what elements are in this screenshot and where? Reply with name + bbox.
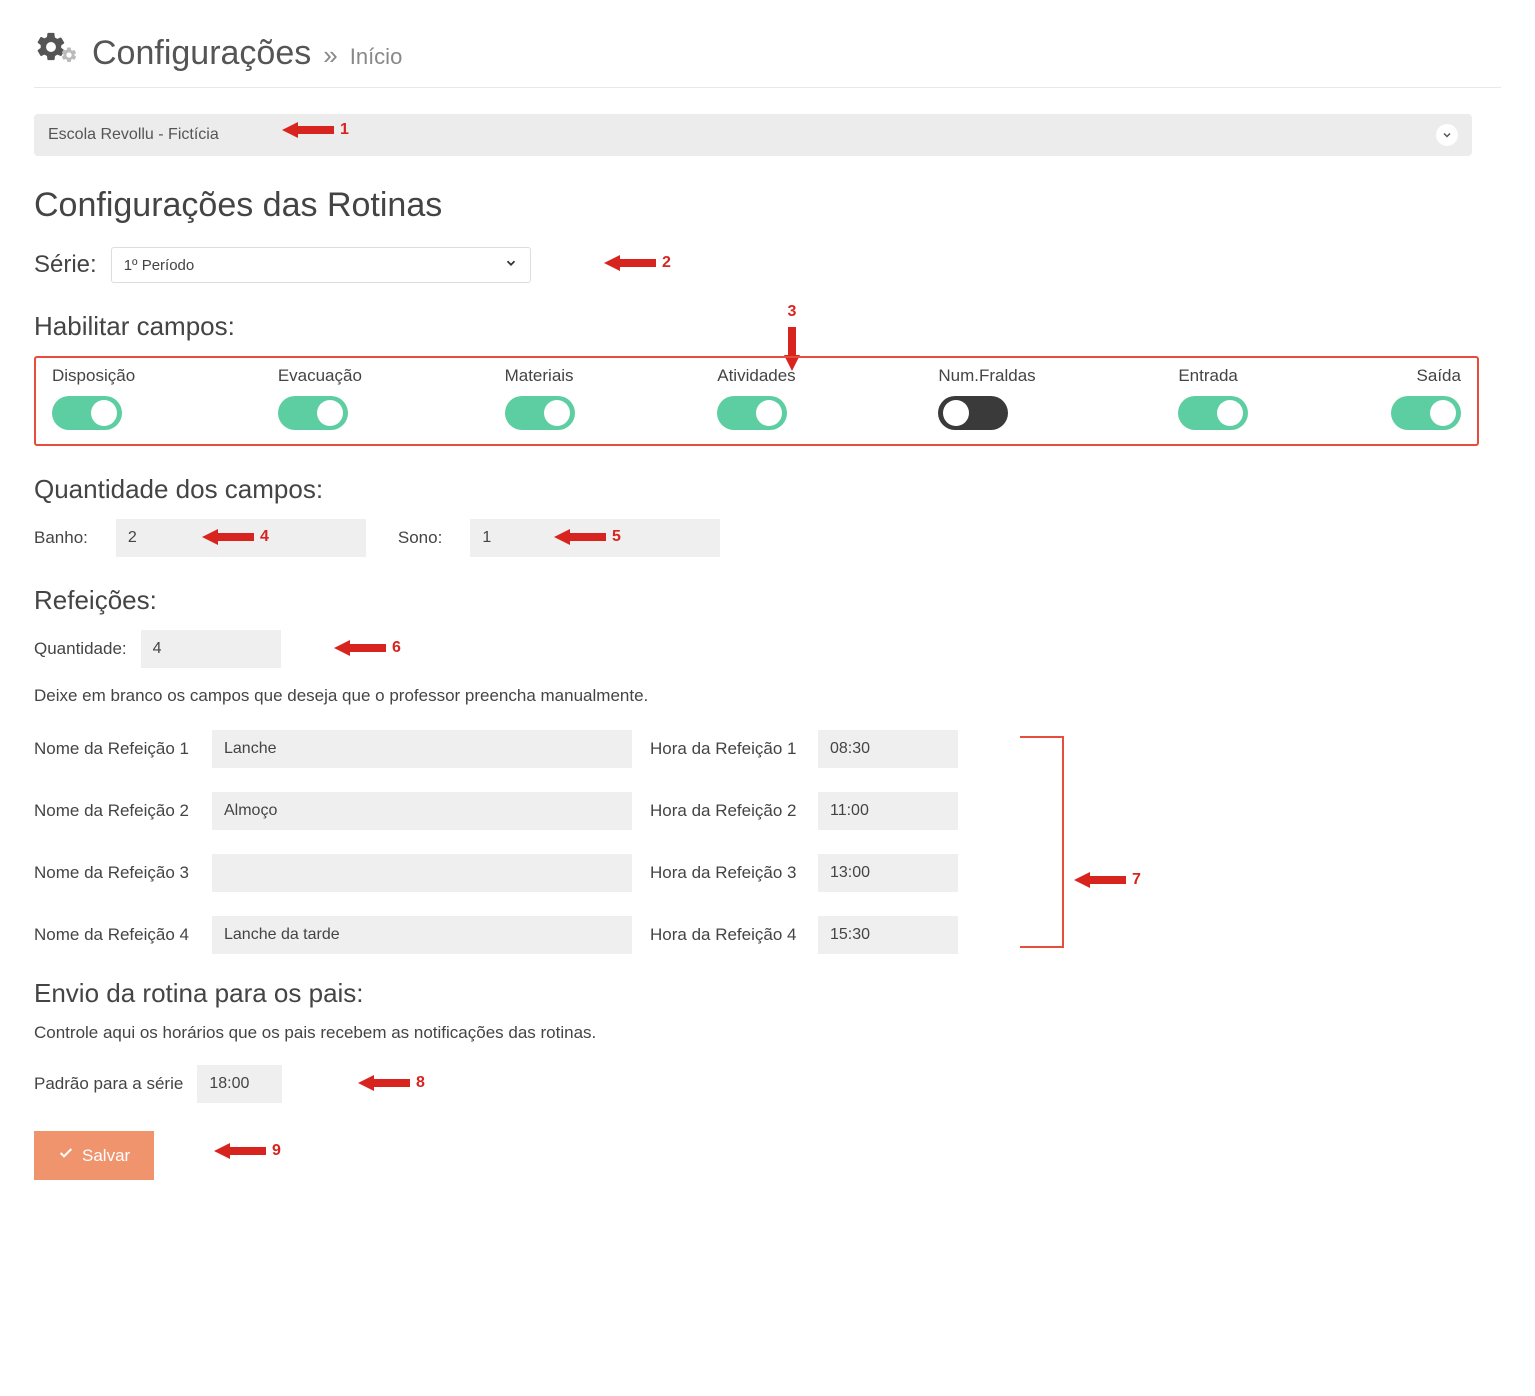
meal-time-label: Hora da Refeição 4 [650, 925, 800, 945]
toggle-atividades: Atividades [717, 366, 795, 430]
bracket-annotation [1020, 736, 1064, 948]
meal-name-input[interactable] [212, 792, 632, 830]
toggle-evacuacao: Evacuação [278, 366, 362, 430]
school-select[interactable]: Escola Revollu - Fictícia [34, 114, 1472, 156]
meal-time-label: Hora da Refeição 1 [650, 739, 800, 759]
send-parents-label: Envio da rotina para os pais: [34, 978, 1501, 1009]
page-header: Configurações » Início [34, 30, 1501, 73]
breadcrumb[interactable]: Início [350, 44, 403, 70]
page-title: Configurações [92, 34, 311, 73]
divider [34, 87, 1501, 88]
annotation-8: 8 [416, 1074, 425, 1092]
meal-row: Nome da Refeição 4 Hora da Refeição 4 [34, 916, 1064, 954]
sono-label: Sono: [398, 528, 442, 548]
enable-fields-label: Habilitar campos: [34, 311, 1501, 342]
meal-time-input[interactable] [818, 916, 958, 954]
toggle-saida: Saída [1391, 366, 1461, 430]
meal-name-input[interactable] [212, 730, 632, 768]
meals-qty-label: Quantidade: [34, 639, 127, 659]
annotation-9: 9 [272, 1142, 281, 1160]
meals-qty-input[interactable] [141, 630, 281, 668]
banho-label: Banho: [34, 528, 88, 548]
meal-name-label: Nome da Refeição 4 [34, 925, 194, 945]
annotation-6: 6 [392, 639, 401, 657]
meals-label: Refeições: [34, 585, 1501, 616]
meal-time-label: Hora da Refeição 3 [650, 863, 800, 883]
banho-input[interactable] [116, 519, 366, 557]
sono-input[interactable] [470, 519, 720, 557]
toggle-entrada: Entrada [1178, 366, 1248, 430]
default-serie-label: Padrão para a série [34, 1074, 183, 1094]
annotation-7: 7 [1132, 871, 1141, 889]
toggle-evacuacao-switch[interactable] [278, 396, 348, 430]
enable-fields-group: Disposição Evacuação Materiais Atividade… [34, 356, 1479, 446]
toggle-materiais-switch[interactable] [505, 396, 575, 430]
toggle-entrada-switch[interactable] [1178, 396, 1248, 430]
send-parents-sub: Controle aqui os horários que os pais re… [34, 1023, 1501, 1043]
save-button-label: Salvar [82, 1146, 130, 1166]
serie-label: Série: [34, 251, 97, 279]
meal-name-input[interactable] [212, 854, 632, 892]
annotation-2: 2 [662, 254, 671, 272]
meal-time-input[interactable] [818, 854, 958, 892]
default-serie-input[interactable] [197, 1065, 282, 1103]
meal-row: Nome da Refeição 1 Hora da Refeição 1 [34, 730, 1064, 768]
serie-value: 1º Período [124, 257, 195, 274]
toggle-atividades-switch[interactable] [717, 396, 787, 430]
gear-icon [34, 30, 78, 64]
toggle-materiais: Materiais [505, 366, 575, 430]
toggle-disposicao: Disposição [52, 366, 135, 430]
meals-help: Deixe em branco os campos que deseja que… [34, 686, 1501, 706]
meals-group: Nome da Refeição 1 Hora da Refeição 1 No… [34, 730, 1064, 954]
breadcrumb-separator: » [323, 40, 337, 71]
save-button[interactable]: Salvar [34, 1131, 154, 1180]
meal-time-input[interactable] [818, 792, 958, 830]
toggle-numfraldas-switch[interactable] [938, 396, 1008, 430]
section-title: Configurações das Rotinas [34, 186, 1501, 225]
toggle-numfraldas: Num.Fraldas [938, 366, 1035, 430]
check-icon [58, 1145, 74, 1166]
meal-time-label: Hora da Refeição 2 [650, 801, 800, 821]
meal-name-input[interactable] [212, 916, 632, 954]
meal-name-label: Nome da Refeição 2 [34, 801, 194, 821]
chevron-down-icon [504, 256, 518, 274]
meal-name-label: Nome da Refeição 3 [34, 863, 194, 883]
toggle-disposicao-switch[interactable] [52, 396, 122, 430]
meal-row: Nome da Refeição 3 Hora da Refeição 3 [34, 854, 1064, 892]
meal-row: Nome da Refeição 2 Hora da Refeição 2 [34, 792, 1064, 830]
school-select-value: Escola Revollu - Fictícia [48, 126, 219, 144]
meal-time-input[interactable] [818, 730, 958, 768]
serie-select[interactable]: 1º Período [111, 247, 531, 283]
quantities-label: Quantidade dos campos: [34, 474, 1501, 505]
chevron-down-icon [1436, 124, 1458, 146]
toggle-saida-switch[interactable] [1391, 396, 1461, 430]
meal-name-label: Nome da Refeição 1 [34, 739, 194, 759]
